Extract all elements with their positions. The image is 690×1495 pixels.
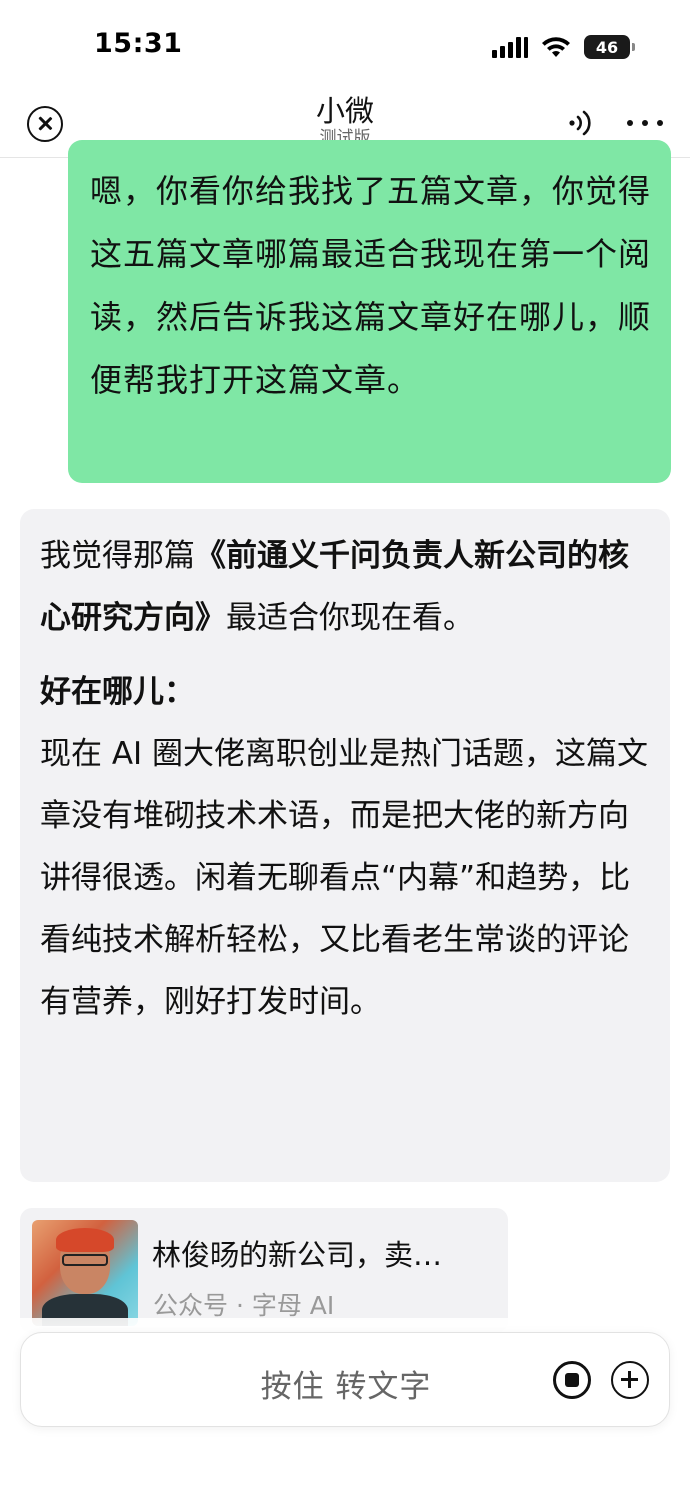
wifi-icon bbox=[542, 37, 570, 57]
status-indicators: 46 bbox=[492, 32, 635, 62]
voice-input-bar[interactable]: 按住 转文字 bbox=[20, 1332, 670, 1427]
article-card-source: 公众号 · 字母 AI bbox=[153, 1291, 335, 1320]
assistant-message-bubble: 我觉得那篇《前通义千问负责人新公司的核心研究方向》最适合你现在看。 好在哪儿： … bbox=[20, 509, 670, 1182]
assistant-intro-suffix: 最适合你现在看。 bbox=[226, 600, 474, 636]
section-heading: 好在哪儿： bbox=[40, 674, 195, 710]
section-body: 现在 AI 圈大佬离职创业是热门话题，这篇文章没有堆砌技术术语，而是把大佬的新方… bbox=[40, 736, 649, 1020]
speaker-icon[interactable] bbox=[566, 108, 596, 138]
plus-icon[interactable] bbox=[611, 1361, 649, 1399]
status-bar: 15:31 46 bbox=[0, 0, 690, 90]
article-card-title: 林俊旸的新公司，卖… bbox=[152, 1238, 443, 1272]
article-thumbnail bbox=[32, 1220, 138, 1326]
assistant-intro-prefix: 我觉得那篇 bbox=[40, 538, 195, 574]
cellular-signal-icon bbox=[492, 36, 528, 58]
stop-icon[interactable] bbox=[553, 1361, 591, 1399]
status-time: 15:31 bbox=[94, 28, 183, 59]
user-message-bubble: 嗯，你看你给我找了五篇文章，你觉得这五篇文章哪篇最适合我现在第一个阅读，然后告诉… bbox=[68, 140, 671, 483]
battery-icon: 46 bbox=[584, 35, 635, 59]
more-icon[interactable] bbox=[627, 108, 663, 138]
article-link-card[interactable]: 林俊旸的新公司，卖… 公众号 · 字母 AI bbox=[20, 1208, 508, 1333]
assistant-intro: 我觉得那篇《前通义千问负责人新公司的核心研究方向》最适合你现在看。 bbox=[40, 525, 650, 649]
